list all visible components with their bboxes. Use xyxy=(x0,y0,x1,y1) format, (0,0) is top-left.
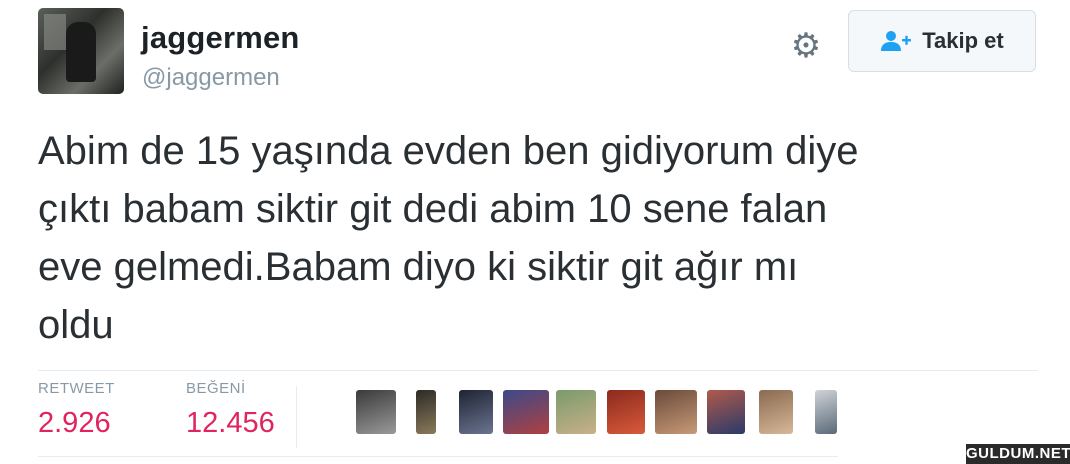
user-handle[interactable]: @jaggermen xyxy=(142,64,280,92)
retweet-count: 2.926 xyxy=(38,407,111,439)
liker-avatar-3[interactable] xyxy=(459,390,493,434)
avatar-figure xyxy=(66,22,96,82)
tweet-line: eve gelmedi.Babam diyo ki siktir git ağı… xyxy=(38,245,799,289)
liker-avatar-7[interactable] xyxy=(655,390,697,434)
add-user-icon xyxy=(881,31,912,51)
retweet-stat[interactable]: RETWEET 2.926 xyxy=(38,380,115,440)
stats-top-divider xyxy=(38,370,1038,371)
stats-bottom-divider xyxy=(38,456,838,457)
liker-avatar-9[interactable] xyxy=(759,390,793,434)
liker-avatar-6[interactable] xyxy=(607,390,645,434)
retweet-label: RETWEET xyxy=(38,380,115,397)
tweet-header: jaggermen @jaggermen ⚙ Takip et xyxy=(38,8,1038,98)
follow-button[interactable]: Takip et xyxy=(848,10,1036,72)
avatar-background xyxy=(44,14,66,50)
liker-avatar-5[interactable] xyxy=(556,390,596,434)
tweet-text: Abim de 15 yaşında evden ben gidiyorum d… xyxy=(38,122,1028,354)
like-stat[interactable]: BEĞENİ 12.456 xyxy=(186,380,275,440)
watermark: GULDUM.NET xyxy=(966,444,1070,464)
gear-icon[interactable]: ⚙ xyxy=(786,26,826,66)
tweet-line: Abim de 15 yaşında evden ben gidiyorum d… xyxy=(38,129,859,173)
tweet-line: oldu xyxy=(38,303,114,347)
avatar[interactable] xyxy=(38,8,124,94)
liker-avatar-10[interactable] xyxy=(815,390,837,434)
liker-avatar-2[interactable] xyxy=(416,390,436,434)
stats-separator xyxy=(296,386,297,448)
like-count: 12.456 xyxy=(186,407,275,439)
liker-avatar-4[interactable] xyxy=(503,390,549,434)
tweet-line: çıktı babam siktir git dedi abim 10 sene… xyxy=(38,187,828,231)
liker-avatar-8[interactable] xyxy=(707,390,745,434)
liker-avatar-1[interactable] xyxy=(356,390,396,434)
display-name[interactable]: jaggermen xyxy=(141,20,300,56)
follow-button-label: Takip et xyxy=(922,28,1004,53)
like-label: BEĞENİ xyxy=(186,380,246,397)
